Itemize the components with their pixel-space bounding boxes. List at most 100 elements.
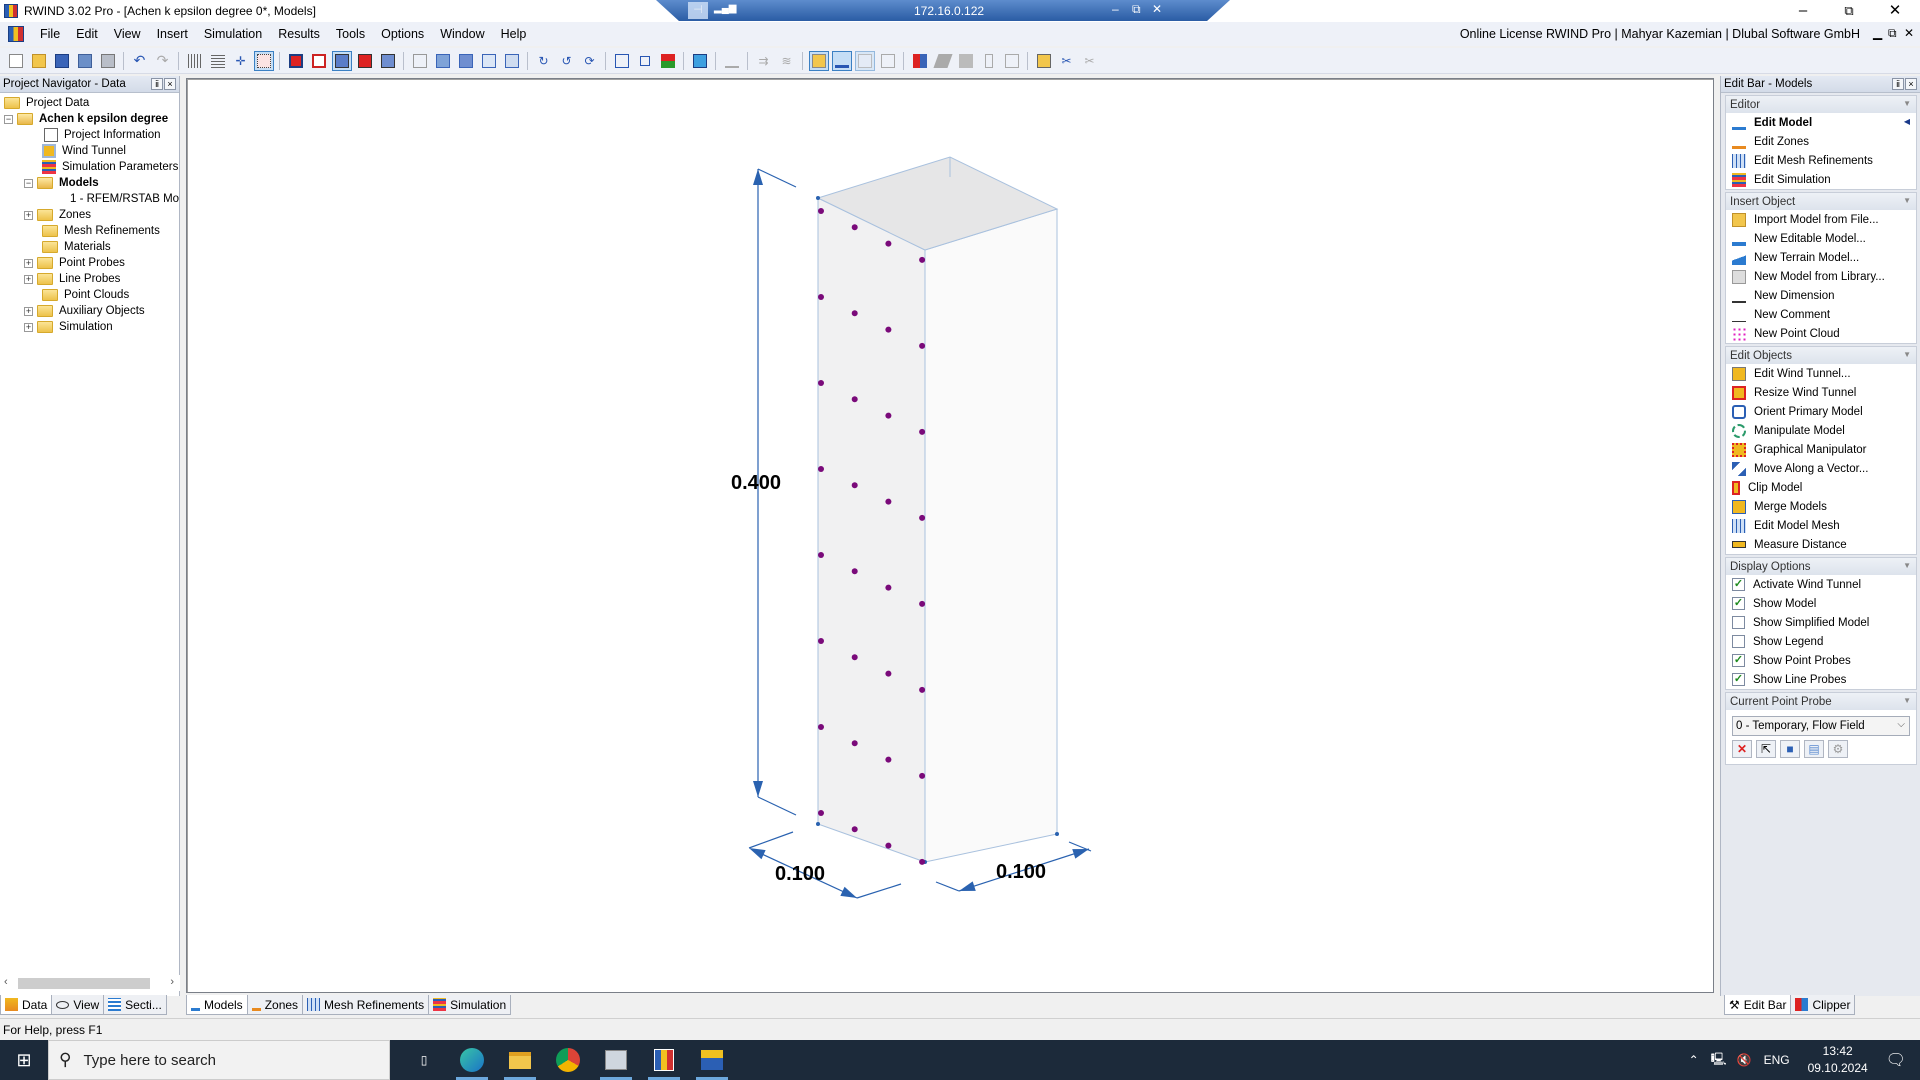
new-editable-model-item[interactable]: New Editable Model... bbox=[1726, 229, 1916, 248]
measure-distance-item[interactable]: Measure Distance bbox=[1726, 535, 1916, 554]
show-legend-option[interactable]: Show Legend bbox=[1726, 632, 1916, 651]
new-terrain-model-item[interactable]: New Terrain Model... bbox=[1726, 248, 1916, 267]
tab-sections[interactable]: Secti... bbox=[103, 995, 167, 1015]
restore-button[interactable]: ⧉ bbox=[1826, 0, 1872, 22]
checkbox-checked[interactable]: ✓ bbox=[1732, 578, 1745, 591]
rotate-view-button[interactable] bbox=[331, 50, 352, 71]
print-button[interactable] bbox=[98, 51, 118, 71]
expand-icon[interactable]: + bbox=[24, 258, 33, 268]
show-line-probes-option[interactable]: ✓ Show Line Probes bbox=[1726, 670, 1916, 689]
tree-item-line-probes[interactable]: + Line Probes bbox=[0, 271, 179, 287]
render-button[interactable] bbox=[433, 51, 453, 71]
language-indicator[interactable]: ENG bbox=[1764, 1053, 1790, 1067]
show-model-button[interactable] bbox=[831, 50, 852, 71]
menu-simulation[interactable]: Simulation bbox=[196, 27, 270, 41]
checkbox-unchecked[interactable] bbox=[1732, 616, 1745, 629]
tab-mesh-refinements[interactable]: Mesh Refinements bbox=[302, 995, 430, 1015]
clip-cross-button[interactable] bbox=[1002, 51, 1022, 71]
show-model-option[interactable]: ✓ Show Model bbox=[1726, 594, 1916, 613]
pin-icon[interactable]: ⅱ bbox=[151, 78, 163, 90]
menu-view[interactable]: View bbox=[106, 27, 149, 41]
doc-close-icon[interactable]: ✕ bbox=[1904, 26, 1914, 40]
expand-icon[interactable]: + bbox=[24, 306, 33, 316]
cut-disabled-button[interactable]: ✂ bbox=[1080, 51, 1100, 71]
model-scene[interactable]: 0.400 0.100 0.100 bbox=[187, 79, 1715, 994]
show-simplified-button[interactable] bbox=[854, 50, 875, 71]
edit-zones-item[interactable]: Edit Zones bbox=[1726, 132, 1916, 151]
3d-viewport[interactable]: 0.400 0.100 0.100 bbox=[186, 78, 1714, 993]
doc-minimize-icon[interactable]: ▁ bbox=[1873, 26, 1882, 40]
new-point-cloud-item[interactable]: New Point Cloud bbox=[1726, 324, 1916, 343]
chevron-down-icon[interactable]: ▼ bbox=[1903, 196, 1911, 205]
section-header[interactable]: Insert Object ▼ bbox=[1726, 193, 1916, 210]
manipulate-model-item[interactable]: Manipulate Model bbox=[1726, 421, 1916, 440]
direction-button[interactable] bbox=[658, 51, 678, 71]
pin-icon[interactable]: ⅱ bbox=[1892, 78, 1904, 90]
expand-icon[interactable]: + bbox=[24, 274, 33, 284]
new-model-library-item[interactable]: New Model from Library... bbox=[1726, 267, 1916, 286]
clip-plane-button[interactable] bbox=[932, 51, 953, 71]
delete-probe-icon[interactable]: ✕ bbox=[1732, 740, 1752, 758]
expand-icon[interactable]: + bbox=[24, 210, 33, 220]
isometric-button[interactable] bbox=[612, 51, 632, 71]
expand-icon[interactable]: + bbox=[24, 322, 33, 332]
tree-item-simulation[interactable]: + Simulation bbox=[0, 319, 179, 335]
box-deselect-button[interactable] bbox=[309, 51, 329, 71]
volume-muted-icon[interactable]: 🔇 bbox=[1737, 1053, 1752, 1067]
edit-mesh-refinements-item[interactable]: Edit Mesh Refinements bbox=[1726, 151, 1916, 170]
project-info-button[interactable] bbox=[75, 51, 95, 71]
tab-simulation[interactable]: Simulation bbox=[428, 995, 512, 1015]
checkbox-checked[interactable]: ✓ bbox=[1732, 654, 1745, 667]
show-mesh-button[interactable] bbox=[878, 51, 898, 71]
orient-primary-model-item[interactable]: Orient Primary Model bbox=[1726, 402, 1916, 421]
clip-model-item[interactable]: Clip Model bbox=[1726, 478, 1916, 497]
menu-edit[interactable]: Edit bbox=[68, 27, 106, 41]
clip-side-button[interactable] bbox=[979, 51, 999, 71]
checkbox-unchecked[interactable] bbox=[1732, 635, 1745, 648]
redraw-button[interactable]: ⟳ bbox=[580, 51, 600, 71]
tree-item-simulation-parameters[interactable]: Simulation Parameters bbox=[0, 159, 179, 175]
show-point-probes-option[interactable]: ✓ Show Point Probes bbox=[1726, 651, 1916, 670]
scroll-right-icon[interactable]: › bbox=[170, 976, 174, 988]
rfem-icon[interactable] bbox=[688, 1040, 736, 1080]
point-probe-select[interactable]: 0 - Temporary, Flow Field ⌵ bbox=[1732, 716, 1910, 736]
tab-edit-bar[interactable]: ⚒ Edit Bar bbox=[1724, 995, 1792, 1015]
tree-item-materials[interactable]: Materials bbox=[0, 239, 179, 255]
section-header[interactable]: Edit Objects ▼ bbox=[1726, 347, 1916, 364]
collapse-icon[interactable]: − bbox=[4, 114, 13, 124]
document-icon[interactable] bbox=[8, 26, 24, 42]
scroll-left-icon[interactable]: ‹ bbox=[4, 976, 8, 988]
tree-item-auxiliary-objects[interactable]: + Auxiliary Objects bbox=[0, 303, 179, 319]
menu-window[interactable]: Window bbox=[432, 27, 492, 41]
checkbox-checked[interactable]: ✓ bbox=[1732, 673, 1745, 686]
close-icon[interactable]: × bbox=[1905, 78, 1917, 90]
menu-options[interactable]: Options bbox=[373, 27, 432, 41]
tab-data[interactable]: Data bbox=[0, 995, 53, 1015]
doc-restore-icon[interactable]: ⧉ bbox=[1888, 26, 1897, 41]
menu-help[interactable]: Help bbox=[493, 27, 535, 41]
grid-button[interactable]: ✛ bbox=[231, 51, 251, 71]
show-hidden-icons[interactable]: ⌃ bbox=[1689, 1053, 1699, 1067]
open-file-button[interactable] bbox=[29, 51, 49, 71]
axes-button[interactable] bbox=[635, 51, 655, 71]
section-header[interactable]: Editor ▼ bbox=[1726, 96, 1916, 113]
pin-icon[interactable]: ⊣ bbox=[688, 2, 708, 19]
edit-simulation-item[interactable]: Edit Simulation bbox=[1726, 170, 1916, 189]
tree-item-mesh-refinements[interactable]: Mesh Refinements bbox=[0, 223, 179, 239]
cut-button[interactable]: ✂ bbox=[1057, 51, 1077, 71]
view-front-button[interactable] bbox=[456, 51, 476, 71]
edge-icon[interactable] bbox=[448, 1040, 496, 1080]
close-icon[interactable]: × bbox=[164, 78, 176, 90]
tree-item-zones[interactable]: + Zones bbox=[0, 207, 179, 223]
stream-button[interactable]: ⇉ bbox=[754, 51, 774, 71]
collapse-icon[interactable]: − bbox=[24, 178, 33, 188]
layers-button[interactable]: ≋ bbox=[777, 51, 797, 71]
tree-item-point-clouds[interactable]: Point Clouds bbox=[0, 287, 179, 303]
rdp-minimize-icon[interactable]: – bbox=[1112, 2, 1119, 16]
save-button[interactable] bbox=[52, 51, 72, 71]
rdp-restore-icon[interactable]: ⧉ bbox=[1132, 2, 1141, 17]
reset-view-button[interactable]: ↺ bbox=[557, 51, 577, 71]
new-dimension-item[interactable]: New Dimension bbox=[1726, 286, 1916, 305]
rwind-icon[interactable] bbox=[640, 1040, 688, 1080]
chevron-down-icon[interactable]: ▼ bbox=[1903, 696, 1911, 705]
